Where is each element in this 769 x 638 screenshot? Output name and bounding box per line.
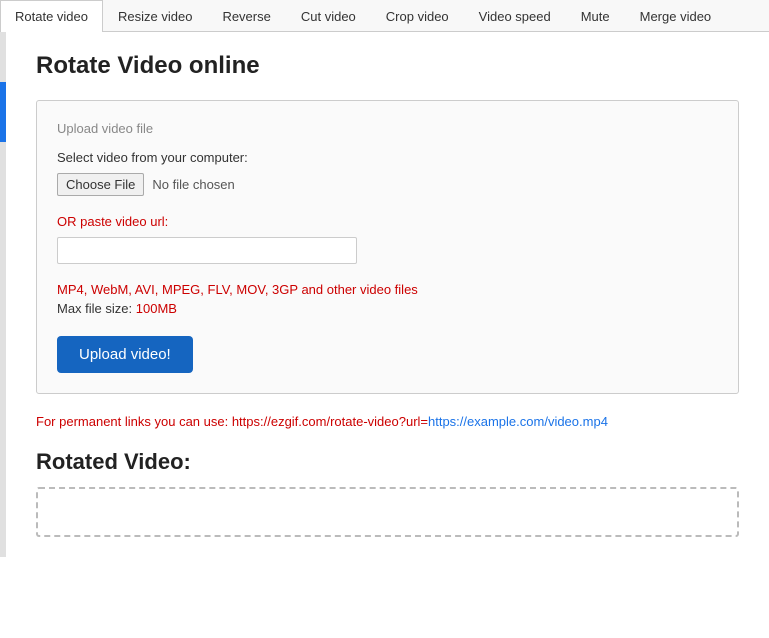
scrollbar[interactable] [0, 32, 6, 557]
perm-link-row: For permanent links you can use: https:/… [36, 414, 739, 429]
tab-merge-video[interactable]: Merge video [625, 0, 727, 32]
tab-crop-video[interactable]: Crop video [371, 0, 464, 32]
choose-file-button[interactable]: Choose File [57, 173, 144, 196]
file-input-row: Choose File No file chosen [57, 173, 718, 196]
formats-text: MP4, WebM, AVI, MPEG, FLV, MOV, 3GP and … [57, 282, 718, 297]
upload-legend: Upload video file [57, 121, 718, 136]
select-label: Select video from your computer: [57, 150, 718, 165]
rotated-video-title: Rotated Video: [36, 449, 739, 475]
maxsize-value: 100MB [136, 301, 177, 316]
tab-reverse[interactable]: Reverse [207, 0, 285, 32]
perm-link-url[interactable]: https://example.com/video.mp4 [428, 414, 608, 429]
upload-box: Upload video file Select video from your… [36, 100, 739, 394]
main-content: Rotate Video online Upload video file Se… [6, 32, 769, 557]
page-title: Rotate Video online [36, 52, 739, 80]
rotated-video-box [36, 487, 739, 537]
tab-mute[interactable]: Mute [566, 0, 625, 32]
tab-video-speed[interactable]: Video speed [464, 0, 566, 32]
maxsize-text: Max file size: 100MB [57, 301, 718, 316]
tab-navigation: Rotate videoResize videoReverseCut video… [0, 0, 769, 32]
no-file-label: No file chosen [152, 177, 234, 192]
or-label: OR paste video url: [57, 214, 718, 229]
tab-cut-video[interactable]: Cut video [286, 0, 371, 32]
maxsize-label: Max file size: [57, 301, 136, 316]
url-input[interactable] [57, 237, 357, 264]
tab-resize-video[interactable]: Resize video [103, 0, 207, 32]
tab-rotate-video[interactable]: Rotate video [0, 0, 103, 32]
perm-link-static: For permanent links you can use: https:/… [36, 414, 428, 429]
upload-button[interactable]: Upload video! [57, 336, 193, 373]
scrollbar-thumb[interactable] [0, 82, 6, 142]
